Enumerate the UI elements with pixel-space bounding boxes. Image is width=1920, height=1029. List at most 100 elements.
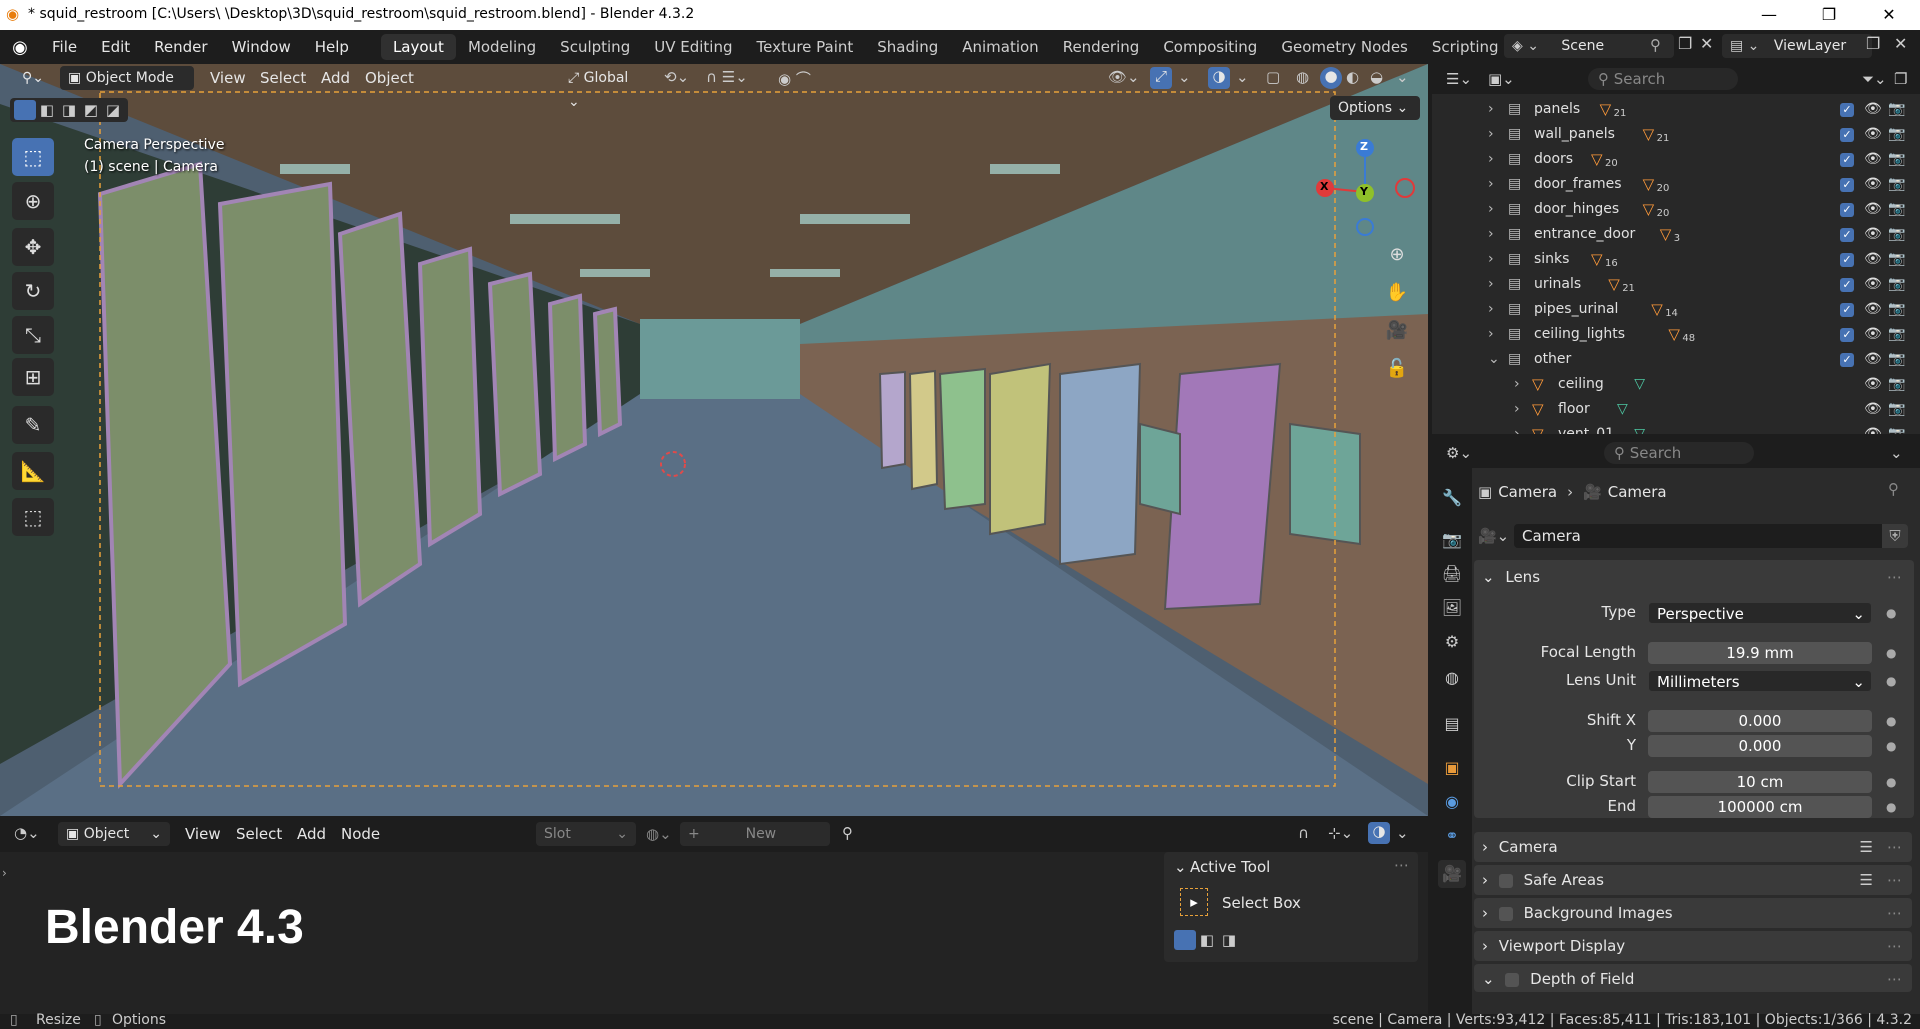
exclude-checkbox[interactable]: ✓ [1840,128,1854,142]
tab-modeling[interactable]: Modeling [456,34,548,60]
overlay-options-icon[interactable]: ⌄ [1236,68,1249,86]
render-tab-icon[interactable]: 📷 [1438,526,1466,554]
pan-hand-icon[interactable]: ✋ [1382,278,1412,308]
eye-icon[interactable]: 👁 [1864,401,1882,417]
keyframe-dot-icon[interactable]: ● [1886,714,1896,728]
exclude-checkbox[interactable]: ✓ [1840,153,1854,167]
outliner-row-ceiling[interactable]: › ▽ ceiling ▽ 👁 📷 [1432,373,1920,398]
3d-viewport[interactable] [0,64,1428,816]
outliner-item-label[interactable]: ceiling_lights [1534,326,1625,342]
keyframe-dot-icon[interactable]: ● [1886,606,1896,620]
eye-icon[interactable]: 👁 [1864,326,1882,342]
clip-end-field[interactable]: 100000 cm [1648,796,1872,818]
camera-render-icon[interactable]: 📷 [1888,126,1905,142]
blender-menu-icon[interactable]: ◉ [0,37,40,58]
outliner-row-entrance-door[interactable]: › ▤ entrance_door ▽ 3 ✓ 👁 📷 [1432,223,1920,248]
overlay-toggle-icon[interactable]: ◑ [1208,67,1230,89]
depth-of-field-panel-header[interactable]: ⌄ Depth of Field ⋯ [1474,964,1912,992]
eye-icon[interactable]: 👁 [1864,226,1882,242]
keyframe-dot-icon[interactable]: ● [1886,800,1896,814]
camera-render-icon[interactable]: 📷 [1888,326,1905,342]
chevron-down-icon[interactable]: ⌄ [1174,858,1187,876]
navigation-gizmo[interactable]: Z Y X [1315,130,1435,250]
outliner-row-pipes-urinal[interactable]: › ▤ pipes_urinal ▽ 14 ✓ 👁 📷 [1432,298,1920,323]
annotate-tool-icon[interactable]: ✎ [12,406,54,444]
editor-type-icon[interactable]: ⚙⌄ [1446,444,1472,462]
outliner-item-label[interactable]: urinals [1534,276,1581,292]
measure-tool-icon[interactable]: 📐 [12,452,54,490]
editor-type-icon[interactable]: ◔⌄ [14,824,40,842]
camera-data-selector[interactable]: 🎥⌄ Camera ⛨ [1478,524,1908,548]
viewport-options-button[interactable]: Options ⌄ [1330,96,1420,120]
select-invert-icon[interactable]: ◩ [80,101,102,119]
tab-texture-paint[interactable]: Texture Paint [744,34,865,60]
tab-uv-editing[interactable]: UV Editing [642,34,744,60]
shading-material-icon[interactable]: ◐ [1346,68,1359,86]
chevron-right-icon[interactable]: › [1488,151,1494,167]
view-layer-tab-icon[interactable]: 🖼 [1438,594,1466,622]
safe-areas-checkbox[interactable] [1498,873,1513,888]
outliner-item-label[interactable]: doors [1534,151,1573,167]
menu-render[interactable]: Render [142,30,219,64]
background-images-checkbox[interactable] [1498,906,1513,921]
viewport-menu-add[interactable]: Add [321,69,350,87]
keyframe-dot-icon[interactable]: ● [1886,739,1896,753]
properties-search-input[interactable]: ⚲ Search [1604,442,1754,464]
outliner-row-wall-panels[interactable]: › ▤ wall_panels ▽ 21 ✓ 👁 📷 [1432,123,1920,148]
pivot-icon[interactable]: ⟲⌄ [664,68,689,86]
tab-compositing[interactable]: Compositing [1151,34,1269,60]
world-tab-icon[interactable]: ◍ [1438,664,1466,692]
tab-scripting[interactable]: Scripting [1420,34,1511,60]
eye-icon[interactable]: 👁 [1864,376,1882,392]
tab-animation[interactable]: Animation [950,34,1050,60]
viewport-display-panel-header[interactable]: › Viewport Display ⋯ [1474,931,1912,961]
select-extend-icon[interactable]: ◧ [1196,931,1218,949]
outliner-item-label[interactable]: vent_01 [1558,426,1614,434]
exclude-checkbox[interactable]: ✓ [1840,178,1854,192]
camera-render-icon[interactable]: 📷 [1888,276,1905,292]
pin-icon[interactable]: ⚲ [1888,480,1899,498]
new-scene-icon[interactable]: ❐ [1678,34,1692,53]
menu-help[interactable]: Help [303,30,361,64]
viewport-menu-view[interactable]: View [210,69,246,87]
new-viewlayer-icon[interactable]: ❐ [1866,34,1880,53]
outliner-item-label[interactable]: door_hinges [1534,201,1619,217]
outliner-row-urinals[interactable]: › ▤ urinals ▽ 21 ✓ 👁 📷 [1432,273,1920,298]
physics-tab-icon[interactable]: ◉ [1438,788,1466,816]
shader-menu-select[interactable]: Select [236,825,282,843]
eye-icon[interactable]: 👁 [1864,301,1882,317]
chevron-right-icon[interactable]: › [1488,201,1494,217]
outliner-row-ceiling-lights[interactable]: › ▤ ceiling_lights ▽ 48 ✓ 👁 📷 [1432,323,1920,348]
outliner-row-doors[interactable]: › ▤ doors ▽ 20 ✓ 👁 📷 [1432,148,1920,173]
lock-icon[interactable]: 🔓 [1382,354,1412,384]
eye-icon[interactable]: 👁 [1864,101,1882,117]
camera-render-icon[interactable]: 📷 [1888,376,1905,392]
shift-y-field[interactable]: 0.000 [1648,735,1872,757]
camera-panel-header[interactable]: › Camera ⋯ ☰ [1474,832,1912,862]
close-button[interactable]: ✕ [1866,0,1912,30]
chevron-right-icon[interactable]: › [1488,226,1494,242]
exclude-checkbox[interactable]: ✓ [1840,253,1854,267]
snap-icon[interactable]: ∩ ☰⌄ [706,68,748,86]
tool-tab-icon[interactable]: 🔧 [1438,484,1466,512]
outliner-row-sinks[interactable]: › ▤ sinks ▽ 16 ✓ 👁 📷 [1432,248,1920,273]
editor-type-icon[interactable]: ☰⌄ [1446,70,1472,88]
move-tool-icon[interactable]: ✥ [12,228,54,266]
outliner-item-label[interactable]: ceiling [1558,376,1604,392]
eye-icon[interactable]: 👁 [1864,251,1882,267]
shader-type-selector[interactable]: ▣ Object ⌄ [58,822,170,846]
camera-render-icon[interactable]: 📷 [1888,351,1905,367]
xray-icon[interactable]: ▢ [1266,68,1280,86]
camera-render-icon[interactable]: 📷 [1888,151,1905,167]
orientation-selector[interactable]: ⤢ Global ⌄ [560,66,652,110]
exclude-checkbox[interactable]: ✓ [1840,228,1854,242]
camera-data-tab-icon[interactable]: 🎥 [1438,860,1466,888]
exclude-checkbox[interactable]: ✓ [1840,303,1854,317]
shading-options-icon[interactable]: ⌄ [1396,68,1409,86]
expand-arrow-icon[interactable]: › [2,866,7,880]
select-subtract-icon[interactable]: ◨ [1218,931,1240,949]
new-collection-icon[interactable]: ❐ [1894,70,1907,88]
mode-selector[interactable]: ▣ Object Mode ⌄ [60,66,194,110]
background-images-panel-header[interactable]: › Background Images ⋯ [1474,898,1912,928]
camera-render-icon[interactable]: 📷 [1888,226,1905,242]
